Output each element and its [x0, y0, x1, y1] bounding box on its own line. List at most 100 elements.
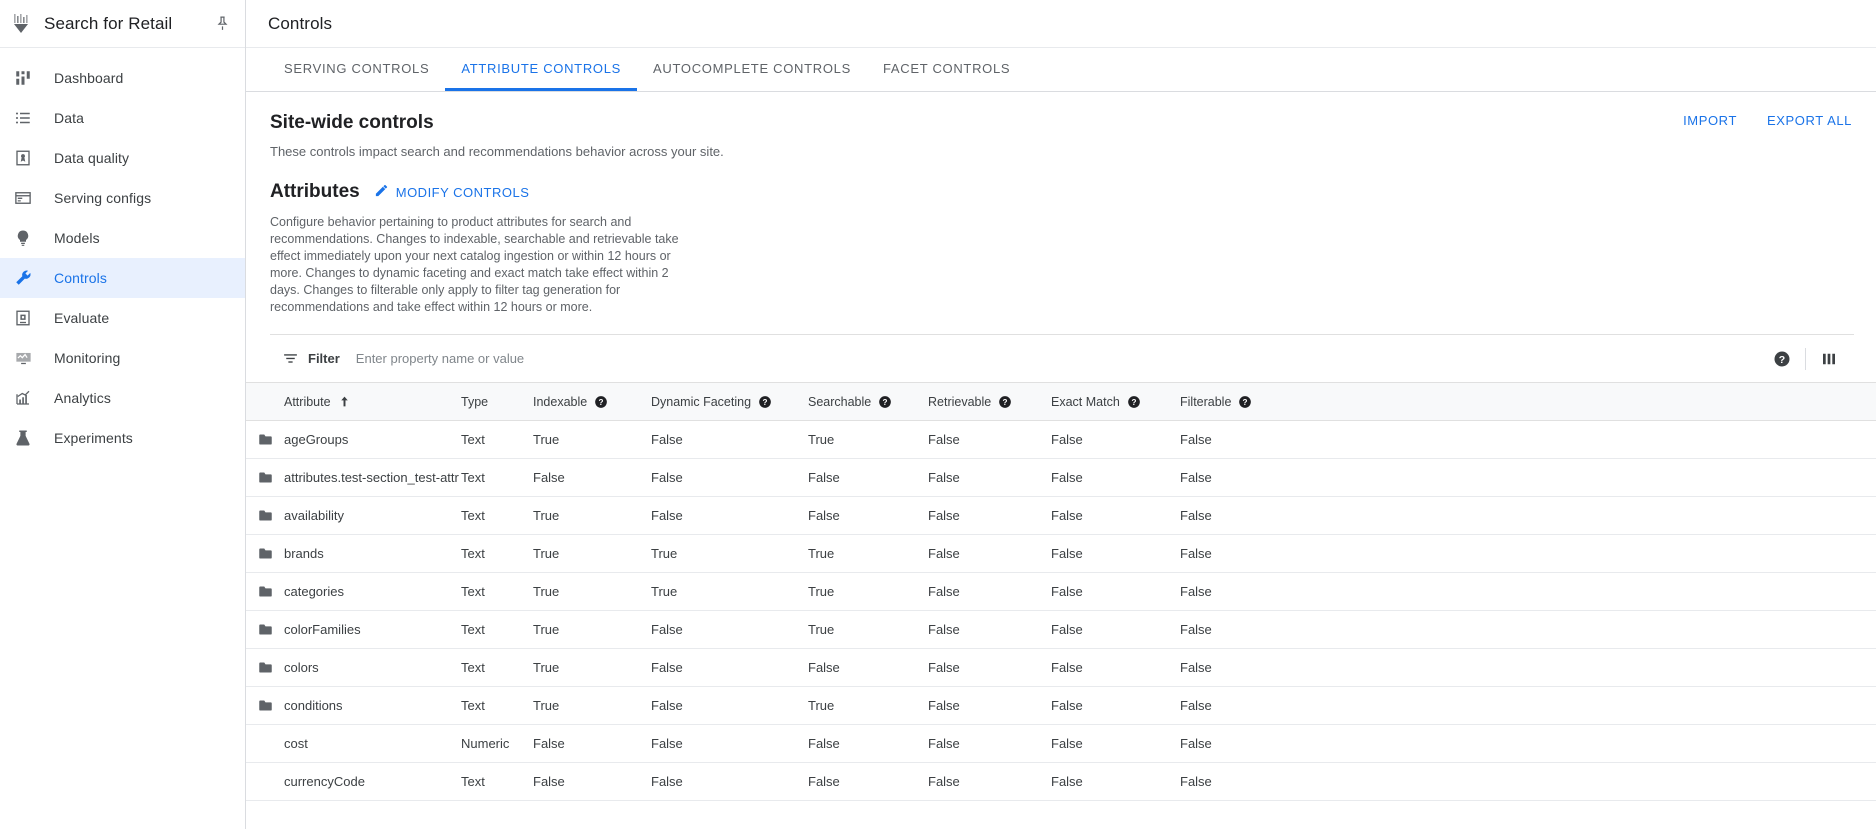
table-row[interactable]: attributes.test-section_test-attrText Fal… [246, 459, 1876, 497]
tab-attribute-controls[interactable]: ATTRIBUTE CONTROLS [445, 48, 637, 91]
page-title: Controls [268, 14, 332, 34]
content-pane: IMPORT EXPORT ALL Site-wide controls The… [246, 92, 1876, 829]
column-label: Indexable [533, 395, 587, 409]
cell-searchable: False [808, 649, 928, 687]
help-icon[interactable]: ? [998, 395, 1012, 409]
folder-icon [246, 470, 284, 485]
sidebar-item-experiments[interactable]: Experiments [0, 418, 245, 458]
attribute-name: availability [284, 508, 344, 523]
sidebar-item-evaluate[interactable]: Evaluate [0, 298, 245, 338]
attribute-name: conditions [284, 698, 343, 713]
column-header-indexable[interactable]: Indexable ? [533, 383, 651, 421]
modify-controls-button[interactable]: MODIFY CONTROLS [374, 183, 530, 201]
svg-text:?: ? [883, 397, 888, 406]
cell-dynamic-faceting: True [651, 535, 808, 573]
cell-searchable: True [808, 611, 928, 649]
column-header-dynamic-faceting[interactable]: Dynamic Faceting ? [651, 383, 808, 421]
attribute-name: currencyCode [284, 774, 365, 789]
table-row[interactable]: colorFamiliesTextTrueFalseTrueFalseFalse… [246, 611, 1876, 649]
table-row[interactable]: conditionsTextTrueFalseTrueFalseFalseFal… [246, 687, 1876, 725]
cell-filterable: False [1180, 497, 1876, 535]
svg-text:?: ? [1779, 353, 1785, 365]
table-row[interactable]: colorsTextTrueFalseFalseFalseFalseFalse [246, 649, 1876, 687]
cell-dynamic-faceting: False [651, 763, 808, 801]
data-quality-icon [12, 147, 34, 169]
column-header-attribute[interactable]: Attribute [246, 383, 461, 421]
attributes-title: Attributes [270, 181, 360, 203]
cell-attribute: availability [246, 497, 461, 535]
sidebar-item-monitoring[interactable]: Monitoring [0, 338, 245, 378]
column-header-retrievable[interactable]: Retrievable ? [928, 383, 1051, 421]
attribute-name: cost [284, 736, 308, 751]
table-row[interactable]: availabilityTextTrueFalseFalseFalseFalse… [246, 497, 1876, 535]
column-settings-icon[interactable] [1810, 340, 1848, 378]
help-icon[interactable]: ? [1238, 395, 1252, 409]
column-header-filterable[interactable]: Filterable ? [1180, 383, 1876, 421]
product-title: Search for Retail [44, 14, 211, 34]
sidebar-item-models[interactable]: Models [0, 218, 245, 258]
table-row[interactable]: ageGroupsTextTrueFalseTrueFalseFalseFals… [246, 421, 1876, 459]
cell-retrievable: False [928, 763, 1051, 801]
cell-attribute: colorFamilies [246, 611, 461, 649]
attribute-name: colorFamilies [284, 622, 361, 637]
column-header-exact-match[interactable]: Exact Match ? [1051, 383, 1180, 421]
cell-attribute: currencyCode [246, 763, 461, 801]
cell-retrievable: False [928, 649, 1051, 687]
help-icon[interactable]: ? [878, 395, 892, 409]
sidebar-item-label: Experiments [54, 430, 133, 446]
cell-retrievable: False [928, 459, 1051, 497]
filter-icon[interactable] [282, 350, 299, 367]
cell-type: Text [461, 459, 533, 497]
cell-exact-match: False [1051, 497, 1180, 535]
cell-attribute: colors [246, 649, 461, 687]
cell-dynamic-faceting: True [651, 573, 808, 611]
cell-indexable: True [533, 687, 651, 725]
column-header-type[interactable]: Type [461, 383, 533, 421]
table-header-row: Attribute Type Indexable [246, 383, 1876, 421]
folder-icon [246, 584, 284, 599]
pencil-icon [374, 183, 389, 201]
cell-attribute: attributes.test-section_test-attr [246, 459, 461, 497]
sidebar-item-data[interactable]: Data [0, 98, 245, 138]
attribute-name: attributes.test-section_test-attr [284, 470, 459, 485]
analytics-icon [12, 387, 34, 409]
sidebar-item-label: Serving configs [54, 190, 151, 206]
sidebar-item-label: Data quality [54, 150, 129, 166]
table-row[interactable]: categoriesTextTrueTrueTrueFalseFalseFals… [246, 573, 1876, 611]
toolbar-actions: ? [1763, 340, 1854, 378]
help-icon[interactable]: ? [1127, 395, 1141, 409]
cell-dynamic-faceting: False [651, 611, 808, 649]
sidebar-item-dashboard[interactable]: Dashboard [0, 58, 245, 98]
cell-dynamic-faceting: False [651, 687, 808, 725]
attributes-table: Attribute Type Indexable [246, 382, 1876, 801]
tab-autocomplete-controls[interactable]: AUTOCOMPLETE CONTROLS [637, 48, 867, 91]
sidebar-item-serving-configs[interactable]: Serving configs [0, 178, 245, 218]
import-button[interactable]: IMPORT [1683, 113, 1737, 128]
table-row[interactable]: currencyCodeTextFalseFalseFalseFalseFals… [246, 763, 1876, 801]
column-label: Dynamic Faceting [651, 395, 751, 409]
table-row[interactable]: brandsTextTrueTrueTrueFalseFalseFalse [246, 535, 1876, 573]
sidebar-item-controls[interactable]: Controls [0, 258, 245, 298]
search-input[interactable] [356, 351, 1763, 366]
sidebar-item-label: Evaluate [54, 310, 109, 326]
cell-filterable: False [1180, 535, 1876, 573]
column-header-searchable[interactable]: Searchable ? [808, 383, 928, 421]
attributes-description: Configure behavior pertaining to product… [270, 214, 700, 316]
tab-facet-controls[interactable]: FACET CONTROLS [867, 48, 1026, 91]
help-icon[interactable]: ? [758, 395, 772, 409]
cell-attribute: conditions [246, 687, 461, 725]
table-row[interactable]: costNumericFalseFalseFalseFalseFalseFals… [246, 725, 1876, 763]
sidebar-item-data-quality[interactable]: Data quality [0, 138, 245, 178]
tab-serving-controls[interactable]: SERVING CONTROLS [268, 48, 445, 91]
retail-search-logo-icon [10, 11, 36, 37]
tab-bar: SERVING CONTROLS ATTRIBUTE CONTROLS AUTO… [246, 48, 1876, 92]
cell-searchable: False [808, 725, 928, 763]
help-icon[interactable]: ? [1763, 340, 1801, 378]
export-all-button[interactable]: EXPORT ALL [1767, 113, 1852, 128]
cell-retrievable: False [928, 573, 1051, 611]
cell-filterable: False [1180, 611, 1876, 649]
cell-type: Text [461, 573, 533, 611]
sidebar-item-analytics[interactable]: Analytics [0, 378, 245, 418]
help-icon[interactable]: ? [594, 395, 608, 409]
pin-icon[interactable] [211, 13, 233, 35]
